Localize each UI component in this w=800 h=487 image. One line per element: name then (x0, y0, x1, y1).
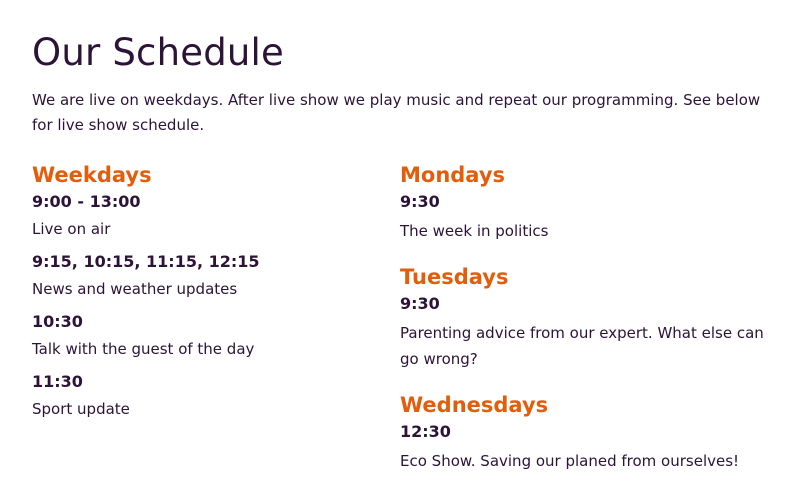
page-title: Our Schedule (32, 31, 284, 74)
schedule-slot: 10:30 Talk with the guest of the day (32, 310, 372, 362)
schedule-page: Our Schedule We are live on weekdays. Af… (0, 0, 800, 487)
slot-description: Talk with the guest of the day (32, 340, 255, 358)
days-column: Mondays 9:30 The week in politics Tuesda… (400, 160, 770, 474)
schedule-slot: 9:15, 10:15, 11:15, 12:15 News and weath… (32, 250, 372, 302)
schedule-slot: 11:30 Sport update (32, 370, 372, 422)
intro-text: We are live on weekdays. After live show… (32, 91, 761, 134)
slot-time: 9:30 (400, 294, 440, 313)
weekdays-column: Weekdays 9:00 - 13:00 Live on air 9:15, … (32, 160, 372, 422)
slot-time: 10:30 (32, 312, 83, 331)
slot-description: Live on air (32, 220, 111, 238)
slot-time: 11:30 (32, 372, 83, 391)
slot-time: 9:15, 10:15, 11:15, 12:15 (32, 252, 260, 271)
slot-time: 12:30 (400, 422, 451, 441)
slot-time: 9:00 - 13:00 (32, 192, 141, 211)
slot-description: News and weather updates (32, 280, 238, 298)
slot-description: Sport update (32, 400, 130, 418)
slot-description: The week in politics (400, 222, 549, 240)
slot-description: Eco Show. Saving our planed from ourselv… (400, 452, 740, 470)
slot-description: Parenting advice from our expert. What e… (400, 324, 764, 368)
day-heading-tuesdays: Tuesdays (400, 265, 509, 289)
schedule-slot: 9:00 - 13:00 Live on air (32, 190, 372, 242)
day-group-wednesdays: Wednesdays 12:30 Eco Show. Saving our pl… (400, 390, 770, 474)
day-heading-weekdays: Weekdays (32, 163, 152, 187)
day-group-tuesdays: Tuesdays 9:30 Parenting advice from our … (400, 262, 770, 372)
day-group-mondays: Mondays 9:30 The week in politics (400, 160, 770, 244)
slot-time: 9:30 (400, 192, 440, 211)
day-heading-wednesdays: Wednesdays (400, 393, 549, 417)
day-heading-mondays: Mondays (400, 163, 506, 187)
